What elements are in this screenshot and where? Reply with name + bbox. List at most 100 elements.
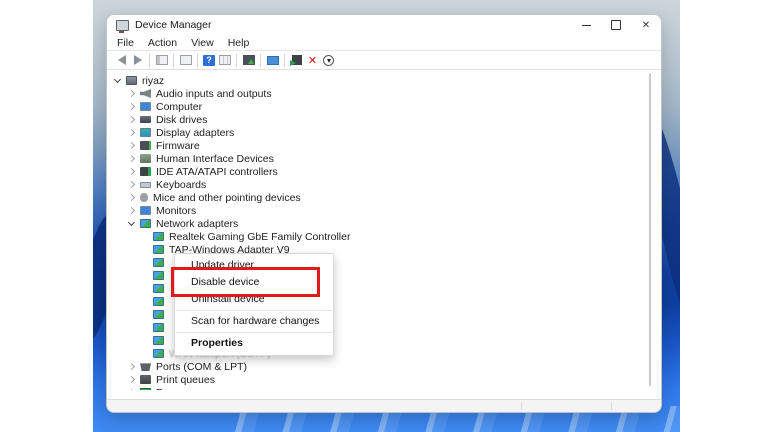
context-menu-item-uninstall-device[interactable]: Uninstall device — [175, 291, 333, 308]
menu-help[interactable]: Help — [221, 37, 257, 49]
maximize-button[interactable] — [601, 15, 631, 35]
tree-item-processors[interactable]: Processors — [107, 386, 661, 390]
help-icon[interactable]: ? — [203, 54, 215, 66]
chevron-down-icon[interactable] — [113, 76, 123, 86]
chevron-right-icon[interactable] — [127, 193, 137, 203]
tree-item-label: Audio inputs and outputs — [156, 87, 272, 100]
tree-item-riyaz[interactable]: riyaz — [107, 74, 661, 87]
chevron-right-icon[interactable] — [127, 128, 137, 138]
status-bar — [107, 399, 661, 412]
device-manager-app-icon — [116, 19, 129, 33]
tree-item-ide-controllers[interactable]: IDE ATA/ATAPI controllers — [107, 165, 661, 178]
network-adapter-icon — [140, 219, 151, 228]
window-title: Device Manager — [135, 19, 212, 31]
chevron-right-icon[interactable] — [127, 206, 137, 216]
tree-item-label: IDE ATA/ATAPI controllers — [156, 165, 278, 178]
tree-item-label: Human Interface Devices — [156, 152, 274, 165]
title-bar[interactable]: Device Manager ✕ — [107, 15, 661, 35]
status-bar-separator — [611, 402, 612, 410]
ide-controller-icon — [140, 167, 151, 176]
context-menu-item-disable-device[interactable]: Disable device — [175, 274, 333, 291]
tree-item-label: Display adapters — [156, 126, 235, 139]
tree-item-label: riyaz — [142, 74, 165, 87]
tree-item-label: Disk drives — [156, 113, 208, 126]
scan-hardware-changes-icon[interactable] — [266, 55, 279, 66]
network-adapter-icon — [153, 336, 164, 345]
vertical-scrollbar[interactable] — [649, 73, 651, 386]
monitor-icon — [140, 206, 151, 215]
network-adapter-icon — [153, 284, 164, 293]
tree-item-hid[interactable]: Human Interface Devices — [107, 152, 661, 165]
menu-view[interactable]: View — [184, 37, 221, 49]
menu-file[interactable]: File — [110, 37, 141, 49]
tree-item-realtek-controller[interactable]: Realtek Gaming GbE Family Controller — [107, 230, 661, 243]
context-menu-separator — [176, 310, 332, 311]
menu-bar: File Action View Help — [107, 35, 661, 51]
toolbar: ? ✕ — [107, 51, 661, 70]
tree-item-mice[interactable]: Mice and other pointing devices — [107, 191, 661, 204]
tree-item-keyboards[interactable]: Keyboards — [107, 178, 661, 191]
show-console-tree-icon[interactable] — [155, 55, 168, 66]
tree-item-firmware[interactable]: Firmware — [107, 139, 661, 152]
chevron-right-icon[interactable] — [127, 167, 137, 177]
chevron-down-icon[interactable] — [127, 219, 137, 229]
firmware-icon — [140, 141, 151, 150]
tree-item-label: Realtek Gaming GbE Family Controller — [169, 230, 351, 243]
disk-icon — [140, 116, 151, 123]
computer-monitor-icon — [140, 102, 151, 111]
device-manager-window: Device Manager ✕ File Action View Help ?… — [106, 14, 662, 413]
chevron-right-icon[interactable] — [127, 362, 137, 372]
audio-icon — [140, 89, 151, 98]
chevron-right-icon[interactable] — [127, 180, 137, 190]
menu-action[interactable]: Action — [141, 37, 184, 49]
network-adapter-icon — [153, 232, 164, 241]
tree-item-network-adapters[interactable]: Network adapters — [107, 217, 661, 230]
printer-icon — [140, 375, 151, 384]
computer-icon — [126, 76, 137, 85]
tree-item-label: Processors — [156, 387, 209, 391]
tree-item-computer[interactable]: Computer — [107, 100, 661, 113]
uninstall-device-icon[interactable]: ✕ — [306, 55, 319, 67]
display-adapter-icon — [140, 128, 151, 137]
chevron-right-icon[interactable] — [127, 375, 137, 385]
network-adapter-icon — [153, 245, 164, 254]
devices-by-type-icon[interactable] — [218, 55, 231, 66]
context-menu-item-update-driver[interactable]: Update driver — [175, 257, 333, 274]
network-adapter-icon — [153, 349, 164, 358]
close-button[interactable]: ✕ — [631, 15, 661, 35]
context-menu-separator — [176, 332, 332, 333]
tree-item-label: Monitors — [156, 204, 197, 217]
back-icon[interactable] — [115, 55, 128, 66]
tree-item-ports[interactable]: Ports (COM & LPT) — [107, 360, 661, 373]
chevron-right-icon[interactable] — [127, 102, 137, 112]
tree-item-disk-drives[interactable]: Disk drives — [107, 113, 661, 126]
tree-item-label: Mice and other pointing devices — [153, 191, 301, 204]
status-bar-separator — [521, 402, 522, 410]
chevron-right-icon[interactable] — [127, 89, 137, 99]
hid-icon — [140, 154, 151, 163]
tree-item-monitors[interactable]: Monitors — [107, 204, 661, 217]
update-driver-icon[interactable] — [242, 55, 255, 66]
context-menu-item-properties[interactable]: Properties — [175, 335, 333, 352]
chevron-right-icon[interactable] — [127, 154, 137, 164]
tree-item-label: Firmware — [156, 139, 200, 152]
minimize-button[interactable] — [571, 15, 601, 35]
network-adapter-icon — [153, 271, 164, 280]
tree-item-print-queues[interactable]: Print queues — [107, 373, 661, 386]
mouse-icon — [140, 193, 148, 202]
properties-icon[interactable] — [179, 55, 192, 66]
enable-device-icon[interactable] — [289, 55, 303, 66]
tree-item-display-adapters[interactable]: Display adapters — [107, 126, 661, 139]
tree-item-label: Network adapters — [156, 217, 239, 230]
chevron-right-icon[interactable] — [127, 388, 137, 391]
network-adapter-icon — [153, 323, 164, 332]
network-adapter-icon — [153, 297, 164, 306]
keyboard-icon — [140, 181, 151, 188]
tree-item-audio-inputs[interactable]: Audio inputs and outputs — [107, 87, 661, 100]
context-menu-item-scan-hardware-changes[interactable]: Scan for hardware changes — [175, 313, 333, 330]
disable-device-icon[interactable] — [322, 54, 335, 66]
chevron-right-icon[interactable] — [127, 115, 137, 125]
forward-icon[interactable] — [131, 55, 144, 66]
chevron-right-icon[interactable] — [127, 141, 137, 151]
tree-item-label: Print queues — [156, 373, 215, 386]
